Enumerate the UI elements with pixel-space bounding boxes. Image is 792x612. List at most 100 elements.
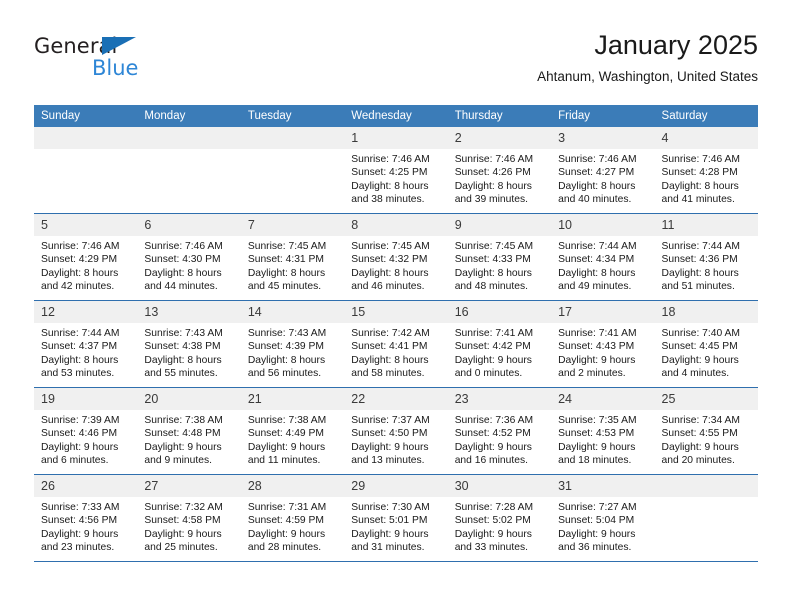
day-daylight-line: and 20 minutes. xyxy=(661,455,735,467)
day-sunset-line: Sunset: 4:42 PM xyxy=(454,341,531,353)
day-sunrise-line: Sunrise: 7:46 AM xyxy=(661,154,740,165)
calendar-day-cell[interactable]: 30 Sunrise: 7:28 AM Sunset: 5:02 PM Dayligh… xyxy=(447,474,552,562)
day-daylight-line: Daylight: 9 hours xyxy=(351,441,429,453)
calendar-day-cell[interactable]: 18 Sunrise: 7:40 AM Sunset: 4:45 PM Dayligh… xyxy=(654,300,758,388)
calendar-day-cell[interactable]: 27 Sunrise: 7:32 AM Sunset: 4:58 PM Dayligh… xyxy=(137,474,241,562)
day-daylight-line: Daylight: 8 hours xyxy=(661,267,739,279)
calendar-day-cell[interactable]: 17 Sunrise: 7:41 AM Sunset: 4:43 PM Dayligh… xyxy=(551,300,655,388)
calendar-day-cell[interactable]: 6 Sunrise: 7:46 AM Sunset: 4:30 PM Daylight… xyxy=(137,213,241,301)
calendar-day-cell[interactable]: 29 Sunrise: 7:30 AM Sunset: 5:01 PM Dayligh… xyxy=(344,474,448,562)
day-daylight-line: Daylight: 8 hours xyxy=(351,267,429,279)
day-daylight-line: Daylight: 8 hours xyxy=(558,180,636,192)
day-daylight-line: and 2 minutes. xyxy=(558,368,626,380)
day-details: Sunrise: 7:38 AM Sunset: 4:49 PM Daylight:… xyxy=(241,410,344,468)
day-sunset-line: Sunset: 5:02 PM xyxy=(454,515,531,527)
day-daylight-line: Daylight: 9 hours xyxy=(454,441,532,453)
day-details: Sunrise: 7:46 AM Sunset: 4:29 PM Daylight:… xyxy=(34,236,137,294)
day-sunset-line: Sunset: 4:33 PM xyxy=(454,254,531,266)
day-sunset-line: Sunset: 4:48 PM xyxy=(144,428,221,440)
calendar-day-cell[interactable]: 16 Sunrise: 7:41 AM Sunset: 4:42 PM Dayligh… xyxy=(447,300,552,388)
calendar-day-cell[interactable]: 28 Sunrise: 7:31 AM Sunset: 4:59 PM Dayligh… xyxy=(240,474,345,562)
day-details: Sunrise: 7:27 AM Sunset: 5:04 PM Daylight:… xyxy=(551,497,654,555)
day-daylight-line: Daylight: 9 hours xyxy=(41,441,119,453)
day-number: 6 xyxy=(137,214,241,236)
day-sunrise-line: Sunrise: 7:41 AM xyxy=(558,328,637,339)
calendar-day-cell[interactable]: 15 Sunrise: 7:42 AM Sunset: 4:41 PM Dayligh… xyxy=(344,300,448,388)
day-number: 4 xyxy=(654,127,758,149)
day-sunrise-line: Sunrise: 7:44 AM xyxy=(558,241,637,252)
day-daylight-line: Daylight: 8 hours xyxy=(41,354,119,366)
day-sunset-line: Sunset: 4:55 PM xyxy=(661,428,738,440)
calendar-day-cell[interactable]: 9 Sunrise: 7:45 AM Sunset: 4:33 PM Daylight… xyxy=(447,213,552,301)
day-sunrise-line: Sunrise: 7:43 AM xyxy=(247,328,327,339)
calendar-day-cell[interactable]: 22 Sunrise: 7:37 AM Sunset: 4:50 PM Dayligh… xyxy=(344,387,448,475)
calendar-day-cell[interactable]: 21 Sunrise: 7:38 AM Sunset: 4:49 PM Dayligh… xyxy=(240,387,345,475)
calendar-day-cell[interactable]: 26 Sunrise: 7:33 AM Sunset: 4:56 PM Dayligh… xyxy=(34,474,138,562)
day-details: Sunrise: 7:46 AM Sunset: 4:30 PM Daylight:… xyxy=(137,236,240,294)
day-daylight-line: and 39 minutes. xyxy=(454,194,528,206)
calendar-day-cell[interactable]: 12 Sunrise: 7:44 AM Sunset: 4:37 PM Dayligh… xyxy=(34,300,138,388)
calendar-day-cell[interactable]: 25 Sunrise: 7:34 AM Sunset: 4:55 PM Dayligh… xyxy=(654,387,758,475)
calendar-day-cell[interactable]: 8 Sunrise: 7:45 AM Sunset: 4:32 PM Daylight… xyxy=(344,213,448,301)
weekday-header-saturday: Saturday xyxy=(654,105,758,127)
calendar-day-cell[interactable]: 14 Sunrise: 7:43 AM Sunset: 4:39 PM Dayligh… xyxy=(240,300,345,388)
calendar-day-cell[interactable]: 4 Sunrise: 7:46 AM Sunset: 4:28 PM Daylight… xyxy=(654,127,758,214)
general-blue-logo[interactable]: General Blue xyxy=(34,34,254,90)
calendar-day-cell[interactable]: 11 Sunrise: 7:44 AM Sunset: 4:36 PM Dayligh… xyxy=(654,213,758,301)
day-sunrise-line: Sunrise: 7:35 AM xyxy=(558,415,637,426)
day-sunrise-line: Sunrise: 7:44 AM xyxy=(661,241,740,252)
day-daylight-line: Daylight: 8 hours xyxy=(144,267,222,279)
day-daylight-line: and 25 minutes. xyxy=(144,542,218,554)
day-number: 26 xyxy=(34,475,138,497)
day-number: 13 xyxy=(137,301,241,323)
day-sunset-line: Sunset: 4:59 PM xyxy=(247,515,324,527)
day-sunset-line: Sunset: 4:29 PM xyxy=(41,254,118,266)
calendar-day-cell[interactable]: 10 Sunrise: 7:44 AM Sunset: 4:34 PM Dayligh… xyxy=(551,213,655,301)
day-sunrise-line: Sunrise: 7:30 AM xyxy=(351,502,430,513)
day-details: Sunrise: 7:36 AM Sunset: 4:52 PM Daylight:… xyxy=(448,410,551,468)
logo-triangle-icon xyxy=(102,37,136,55)
day-daylight-line: and 46 minutes. xyxy=(351,281,425,293)
day-sunset-line: Sunset: 4:46 PM xyxy=(41,428,118,440)
calendar-day-cell[interactable]: 20 Sunrise: 7:38 AM Sunset: 4:48 PM Dayligh… xyxy=(137,387,241,475)
calendar-day-cell[interactable]: 19 Sunrise: 7:39 AM Sunset: 4:46 PM Dayligh… xyxy=(34,387,138,475)
day-details: Sunrise: 7:35 AM Sunset: 4:53 PM Daylight:… xyxy=(551,410,654,468)
day-number xyxy=(654,475,758,497)
day-daylight-line: Daylight: 8 hours xyxy=(247,354,326,366)
calendar-day-cell[interactable]: 23 Sunrise: 7:36 AM Sunset: 4:52 PM Dayligh… xyxy=(447,387,552,475)
weekday-header-thursday: Thursday xyxy=(447,105,552,127)
calendar-day-cell[interactable]: 24 Sunrise: 7:35 AM Sunset: 4:53 PM Dayligh… xyxy=(551,387,655,475)
day-sunrise-line: Sunrise: 7:32 AM xyxy=(144,502,223,513)
calendar-day-cell[interactable]: 13 Sunrise: 7:43 AM Sunset: 4:38 PM Dayligh… xyxy=(137,300,241,388)
page-title: January 2025 xyxy=(594,30,758,60)
calendar-day-cell[interactable]: 1 Sunrise: 7:46 AM Sunset: 4:25 PM Daylight… xyxy=(344,127,448,214)
calendar-day-cell-empty xyxy=(240,127,345,214)
page-subtitle: Ahtanum, Washington, United States xyxy=(537,69,758,84)
day-number xyxy=(137,127,241,149)
calendar-day-cell[interactable]: 7 Sunrise: 7:45 AM Sunset: 4:31 PM Daylight… xyxy=(240,213,345,301)
day-daylight-line: and 42 minutes. xyxy=(41,281,115,293)
day-daylight-line: Daylight: 9 hours xyxy=(144,528,222,540)
day-number: 18 xyxy=(654,301,758,323)
calendar-grid: Sunday Monday Tuesday Wednesday Thursday… xyxy=(34,105,758,562)
day-sunrise-line: Sunrise: 7:36 AM xyxy=(454,415,534,426)
day-daylight-line: and 13 minutes. xyxy=(351,455,425,467)
day-sunrise-line: Sunrise: 7:34 AM xyxy=(661,415,740,426)
calendar-day-cell[interactable]: 31 Sunrise: 7:27 AM Sunset: 5:04 PM Dayligh… xyxy=(551,474,655,562)
day-daylight-line: and 36 minutes. xyxy=(558,542,632,554)
day-daylight-line: and 11 minutes. xyxy=(247,455,321,467)
day-daylight-line: and 49 minutes. xyxy=(558,281,632,293)
day-number: 12 xyxy=(34,301,138,323)
calendar-day-cell[interactable]: 2 Sunrise: 7:46 AM Sunset: 4:26 PM Daylight… xyxy=(447,127,552,214)
calendar-day-cell[interactable]: 5 Sunrise: 7:46 AM Sunset: 4:29 PM Daylight… xyxy=(34,213,138,301)
calendar-day-cell[interactable]: 3 Sunrise: 7:46 AM Sunset: 4:27 PM Daylight… xyxy=(551,127,655,214)
day-sunset-line: Sunset: 4:37 PM xyxy=(41,341,118,353)
day-daylight-line: and 55 minutes. xyxy=(144,368,218,380)
weekday-header-row: Sunday Monday Tuesday Wednesday Thursday… xyxy=(34,105,758,127)
day-sunrise-line: Sunrise: 7:27 AM xyxy=(558,502,637,513)
day-number: 8 xyxy=(344,214,448,236)
day-sunrise-line: Sunrise: 7:37 AM xyxy=(351,415,430,426)
day-daylight-line: Daylight: 9 hours xyxy=(558,354,636,366)
day-details: Sunrise: 7:30 AM Sunset: 5:01 PM Daylight:… xyxy=(344,497,447,555)
day-sunset-line: Sunset: 4:52 PM xyxy=(454,428,531,440)
